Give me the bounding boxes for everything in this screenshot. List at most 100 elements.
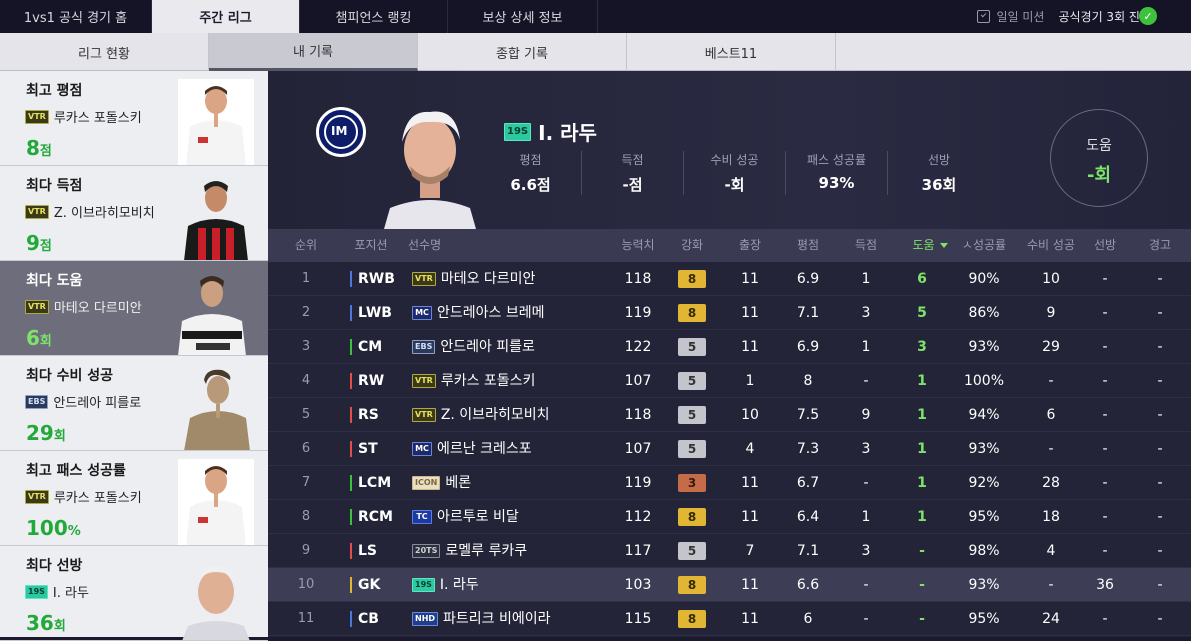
sidebar-card-most-defense[interactable]: 최다 수비 성공 EBS 안드레아 피를로 29회	[0, 356, 268, 451]
cell-rank: 9	[301, 543, 311, 558]
sidebar-card-most-goals[interactable]: 최다 득점 VTR Z. 이브라히모비치 9점	[0, 166, 268, 261]
cell-player-name[interactable]: TC 아르투로 비달	[412, 500, 602, 534]
player-name: I. 라두	[439, 577, 479, 593]
tab-my-record[interactable]: 내 기록	[209, 33, 418, 71]
season-badge: TC	[412, 510, 432, 524]
cell-warnings: -	[1157, 509, 1163, 525]
table-row[interactable]: 11 CB NHD 파트리크 비에이라 115 8 11 6 - - 95% 24 - -	[268, 602, 1191, 636]
cell-pass: 93%	[968, 577, 1000, 593]
enhance-level-badge: 5	[678, 406, 706, 424]
tab-official-home[interactable]: 1vs1 공식 경기 홈	[0, 0, 152, 33]
col-goals[interactable]: 득점	[842, 229, 890, 262]
cell-goals: 1	[861, 271, 871, 287]
col-warnings[interactable]: 경고	[1138, 229, 1182, 262]
tab-champions-ranking[interactable]: 챔피언스 랭킹	[300, 0, 448, 33]
table-row[interactable]: 9 LS 20TS 로멜루 루카쿠 117 5 7 7.1 3 - 98% 4 - -	[268, 534, 1191, 568]
cell-goals: 9	[861, 407, 871, 423]
card-player: 마테오 다르미안	[53, 301, 142, 316]
table-row[interactable]: 8 RCM TC 아르투로 비달 112 8 11 6.4 1 1 95% 18- -	[268, 500, 1191, 534]
cell-position: LCM	[358, 475, 392, 491]
table-row[interactable]: 5 RS VTR Z. 이브라히모비치 118 5 10 7.5 9 1 94% 6 - -	[268, 398, 1191, 432]
table-row[interactable]: 3 CM EBS 안드레아 피를로 122 5 11 6.9 1 3 93% 29 - -	[268, 330, 1191, 364]
col-pass[interactable]: ㅅ성공률	[956, 229, 1012, 262]
cell-assists: 5	[917, 305, 927, 321]
daily-mission[interactable]: 일일 미션 공식경기 3회 진행	[977, 0, 1151, 33]
table-row[interactable]: 6 ST MC 에르난 크레스포 107 5 4 7.3 3 1 93% - - -	[268, 432, 1191, 466]
col-saves[interactable]: 선방	[1082, 229, 1128, 262]
cell-player-name[interactable]: VTR Z. 이브라히모비치	[412, 398, 602, 432]
col-defense[interactable]: 수비 성공	[1020, 229, 1082, 262]
cell-defense: 18	[1042, 509, 1060, 525]
sidebar-card-most-saves[interactable]: 최다 선방 19S I. 라두 36회	[0, 546, 268, 641]
col-rank[interactable]: 순위	[286, 229, 326, 262]
cell-warnings: -	[1157, 475, 1163, 491]
cell-goals: -	[863, 611, 869, 627]
sidebar-card-best-rating[interactable]: 최고 평점 VTR 루카스 포돌스키 8점	[0, 71, 268, 166]
cell-apps: 11	[741, 271, 759, 287]
cell-apps: 11	[741, 339, 759, 355]
col-assists[interactable]: 도움	[900, 229, 960, 262]
cell-saves: -	[1102, 543, 1108, 559]
tab-best11[interactable]: 베스트11	[627, 33, 836, 71]
enhance-level-badge: 5	[678, 372, 706, 390]
cell-defense: -	[1048, 577, 1054, 593]
table-row[interactable]: 10 GK 19S I. 라두 103 8 11 6.6 - - 93% - 36 -	[268, 568, 1191, 602]
col-rating[interactable]: 평점	[784, 229, 832, 262]
cell-pass: 86%	[968, 305, 1000, 321]
tab-weekly-league[interactable]: 주간 리그	[152, 0, 300, 33]
cell-player-name[interactable]: NHD 파트리크 비에이라	[412, 602, 602, 636]
col-apps[interactable]: 출장	[726, 229, 774, 262]
position-color-bar	[350, 611, 352, 627]
col-enhance[interactable]: 강화	[668, 229, 716, 262]
cell-ovr: 115	[624, 611, 652, 627]
tab-overall-record[interactable]: 종합 기록	[418, 33, 627, 71]
cell-player-name[interactable]: VTR 루카스 포돌스키	[412, 364, 602, 398]
card-value: 6회	[26, 326, 52, 350]
season-badge: VTR	[25, 204, 49, 219]
player-name: 안드레아스 브레메	[437, 305, 545, 321]
cell-position: RWB	[358, 271, 395, 287]
cell-ovr: 103	[624, 577, 652, 593]
cell-rank: 10	[297, 577, 315, 592]
tab-league-status[interactable]: 리그 현황	[0, 33, 209, 71]
cell-player-name[interactable]: 20TS 로멜루 루카쿠	[412, 534, 602, 568]
cell-player-name[interactable]: 19S I. 라두	[412, 568, 602, 602]
cell-apps: 7	[745, 543, 755, 559]
cell-saves: -	[1102, 441, 1108, 457]
cell-saves: -	[1102, 339, 1108, 355]
col-name[interactable]: 선수명	[408, 229, 468, 262]
mission-label: 일일 미션	[996, 10, 1045, 24]
cell-apps: 11	[741, 509, 759, 525]
tab-reward-details[interactable]: 보상 상세 정보	[448, 0, 598, 33]
mission-value: 공식경기 3회 진행	[1058, 10, 1151, 24]
col-ovr[interactable]: 능력치	[608, 229, 668, 262]
cell-apps: 11	[741, 305, 759, 321]
col-position[interactable]: 포지션	[346, 229, 396, 262]
cell-apps: 1	[745, 373, 755, 389]
cell-rating: 6.6	[796, 577, 820, 593]
cell-player-name[interactable]: MC 에르난 크레스포	[412, 432, 602, 466]
cell-player-name[interactable]: ICON 베론	[412, 466, 602, 500]
player-name: 파트리크 비에이라	[443, 611, 551, 627]
table-row[interactable]: 2 LWB MC 안드레아스 브레메 119 8 11 7.1 3 5 86% 9 - -	[268, 296, 1191, 330]
cell-apps: 11	[741, 611, 759, 627]
cell-assists: 6	[917, 271, 927, 287]
cell-player-name[interactable]: MC 안드레아스 브레메	[412, 296, 602, 330]
cell-assists: 1	[917, 509, 927, 525]
sidebar-card-best-pass[interactable]: 최고 패스 성공률 VTR 루카스 포돌스키 100%	[0, 451, 268, 546]
cell-assists: 1	[917, 373, 927, 389]
enhance-level-badge: 5	[678, 542, 706, 560]
player-portrait	[184, 369, 250, 450]
cell-position: ST	[358, 441, 378, 457]
cell-pass: 95%	[968, 509, 1000, 525]
season-badge: VTR	[25, 109, 49, 124]
table-row[interactable]: 1 RWB VTR 마테오 다르미안 118 8 11 6.9 1 6 90% 10 - -	[268, 262, 1191, 296]
table-row[interactable]: 7 LCM ICON 베론 119 3 11 6.7 - 1 92% 28 - -	[268, 466, 1191, 500]
cell-pass: 98%	[968, 543, 1000, 559]
sidebar-card-most-assists[interactable]: 최다 도움 VTR 마테오 다르미안 6회	[0, 261, 268, 356]
cell-player-name[interactable]: VTR 마테오 다르미안	[412, 262, 602, 296]
cell-player-name[interactable]: EBS 안드레아 피를로	[412, 330, 602, 364]
cell-position: CB	[358, 611, 379, 627]
table-row[interactable]: 4 RW VTR 루카스 포돌스키 107 5 1 8 - 1 100% - - -	[268, 364, 1191, 398]
season-badge: EBS	[412, 340, 436, 354]
